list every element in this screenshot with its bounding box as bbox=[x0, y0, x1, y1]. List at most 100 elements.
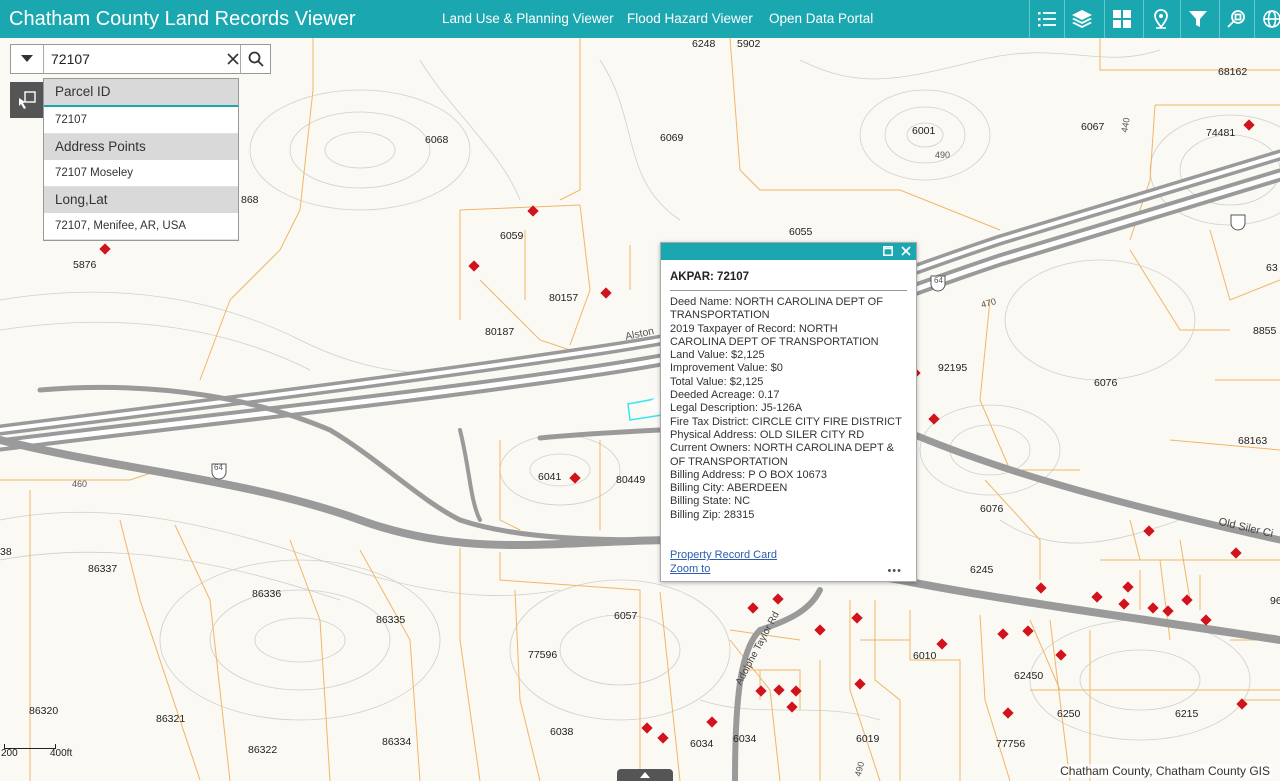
parcel-label: 6059 bbox=[500, 230, 524, 242]
app-title: Chatham County Land Records Viewer bbox=[9, 8, 356, 30]
parcel-label: 96 bbox=[1270, 595, 1280, 607]
nav-link-land-use[interactable]: Land Use & Planning Viewer bbox=[442, 11, 614, 27]
parcel-label: 92195 bbox=[938, 362, 968, 374]
popup-pointer bbox=[646, 395, 660, 413]
nav-link-flood-hazard[interactable]: Flood Hazard Viewer bbox=[627, 11, 753, 27]
parcel-label: 63 bbox=[1266, 262, 1278, 274]
parcel-label: 62450 bbox=[1014, 670, 1044, 682]
parcel-label: 6001 bbox=[912, 125, 936, 137]
attribute-line: Physical Address: OLD SILER CITY RD bbox=[670, 428, 865, 441]
location-pin-icon[interactable] bbox=[1143, 0, 1178, 38]
divider bbox=[670, 290, 907, 291]
attribute-line: Billing Zip: 28315 bbox=[670, 508, 755, 521]
parcel-label: 868 bbox=[241, 194, 259, 206]
parcel-label: 68162 bbox=[1218, 66, 1248, 78]
scale-label: 200 bbox=[1, 748, 18, 759]
search-icon bbox=[248, 51, 264, 67]
popup-attributes: Deed Name: NORTH CAROLINA DEPT OF TRANSP… bbox=[670, 296, 910, 522]
parcel-label: 38 bbox=[0, 546, 12, 558]
parcel-label: 6069 bbox=[660, 132, 684, 144]
parcel-label: 86335 bbox=[376, 614, 406, 626]
caret-up-icon bbox=[640, 772, 650, 778]
more-options-icon[interactable]: ••• bbox=[887, 565, 902, 577]
close-icon[interactable] bbox=[900, 245, 912, 257]
attribute-line: Improvement Value: $0 bbox=[670, 362, 783, 375]
search-button[interactable] bbox=[240, 45, 271, 73]
query-search-icon[interactable] bbox=[1219, 0, 1254, 38]
suggestion-item[interactable]: 72107 Moseley bbox=[44, 160, 238, 187]
parcel-label: 6034 bbox=[690, 738, 714, 750]
filter-icon[interactable] bbox=[1180, 0, 1215, 38]
bottom-panel-toggle[interactable] bbox=[617, 769, 673, 781]
parcel-label: 86337 bbox=[88, 563, 118, 575]
parcel-label: 6068 bbox=[425, 134, 449, 146]
attribute-line: Billing City: ABERDEEN bbox=[670, 482, 788, 495]
parcel-label: 6057 bbox=[614, 610, 638, 622]
parcel-label: 77756 bbox=[996, 738, 1026, 750]
attribute-line: Billing Address: P O BOX 10673 bbox=[670, 468, 827, 481]
parcel-label: 6010 bbox=[913, 650, 937, 662]
parcel-label: 6038 bbox=[550, 726, 574, 738]
parcel-label: 5902 bbox=[737, 38, 761, 50]
attribute-line: Land Value: $2,125 bbox=[670, 349, 765, 362]
maximize-icon[interactable] bbox=[882, 245, 894, 257]
parcel-label: 80449 bbox=[616, 474, 646, 486]
suggestion-item[interactable]: 72107 bbox=[44, 105, 238, 134]
property-record-card-link[interactable]: Property Record Card bbox=[670, 549, 777, 561]
list-icon[interactable] bbox=[1029, 0, 1064, 38]
attribute-line: Legal Description: J5-126A bbox=[670, 402, 803, 415]
parcel-label: 80187 bbox=[485, 326, 515, 338]
parcel-label: 5876 bbox=[73, 259, 97, 271]
parcel-label: 86321 bbox=[156, 713, 186, 725]
search-source-dropdown[interactable] bbox=[11, 45, 44, 73]
parcel-label: 77596 bbox=[528, 649, 558, 661]
search-box bbox=[10, 44, 271, 74]
search-input[interactable] bbox=[51, 49, 219, 69]
parcel-label: 6248 bbox=[692, 38, 716, 50]
globe-icon[interactable] bbox=[1254, 0, 1280, 38]
suggestion-group-header: Long,Lat bbox=[44, 187, 238, 213]
side-panel-toggle-button[interactable] bbox=[10, 82, 43, 118]
suggestion-group-header: Parcel ID bbox=[44, 79, 238, 105]
attribute-line: Current Owners: NORTH CAROLINA DEPT & bbox=[670, 442, 894, 455]
road-label: 490 bbox=[935, 150, 951, 160]
attribute-line: TRANSPORTATION bbox=[670, 309, 770, 322]
popup-titlebar bbox=[661, 243, 916, 260]
caret-down-icon bbox=[21, 55, 33, 62]
suggestion-item[interactable]: 72107, Menifee, AR, USA bbox=[44, 213, 238, 240]
parcel-label: 6250 bbox=[1057, 708, 1081, 720]
parcel-label: 6019 bbox=[856, 733, 880, 745]
attribute-line: Total Value: $2,125 bbox=[670, 375, 764, 388]
parcel-label: 80157 bbox=[549, 292, 579, 304]
scale-label: 400ft bbox=[50, 748, 73, 759]
attribute-line: Fire Tax District: CIRCLE CITY FIRE DIST… bbox=[670, 415, 902, 428]
parcel-label: 6076 bbox=[980, 503, 1004, 515]
parcel-label: 6076 bbox=[1094, 377, 1118, 389]
attribute-line: Deed Name: NORTH CAROLINA DEPT OF bbox=[670, 296, 883, 308]
map-attribution: Chatham County, Chatham County GIS bbox=[1058, 764, 1272, 778]
road-label: 64 bbox=[934, 276, 943, 285]
nav-link-open-data[interactable]: Open Data Portal bbox=[769, 11, 873, 27]
parcel-label: 68163 bbox=[1238, 435, 1268, 447]
parcel-label: 6215 bbox=[1175, 708, 1199, 720]
parcel-label: 6034 bbox=[733, 733, 757, 745]
layers-icon[interactable] bbox=[1064, 0, 1099, 38]
parcel-label: 6041 bbox=[538, 471, 562, 483]
parcel-label: 86334 bbox=[382, 736, 412, 748]
suggestion-group-header: Address Points bbox=[44, 134, 238, 160]
road-label: 460 bbox=[72, 479, 88, 489]
parcel-label: 6055 bbox=[789, 226, 813, 238]
popup-title: AKPAR: 72107 bbox=[670, 271, 750, 283]
parcel-popup: AKPAR: 72107 Deed Name: NORTH CAROLINA D… bbox=[660, 242, 917, 582]
parcel-label: 8855 bbox=[1253, 325, 1277, 337]
road-label: 64 bbox=[214, 463, 223, 472]
parcel-label: 86322 bbox=[248, 744, 278, 756]
basemap-grid-icon[interactable] bbox=[1104, 0, 1139, 38]
attribute-line: Billing State: NC bbox=[670, 495, 751, 508]
zoom-to-link[interactable]: Zoom to bbox=[670, 563, 710, 575]
parcel-label: 6067 bbox=[1081, 121, 1105, 133]
app-header: Chatham County Land Records Viewer Land … bbox=[0, 0, 1280, 38]
search-suggestions: Parcel ID 72107 Address Points 72107 Mos… bbox=[43, 78, 239, 241]
attribute-line: CAROLINA DEPT OF TRANSPORTATION bbox=[670, 335, 879, 348]
attribute-line: Deeded Acreage: 0.17 bbox=[670, 389, 780, 402]
